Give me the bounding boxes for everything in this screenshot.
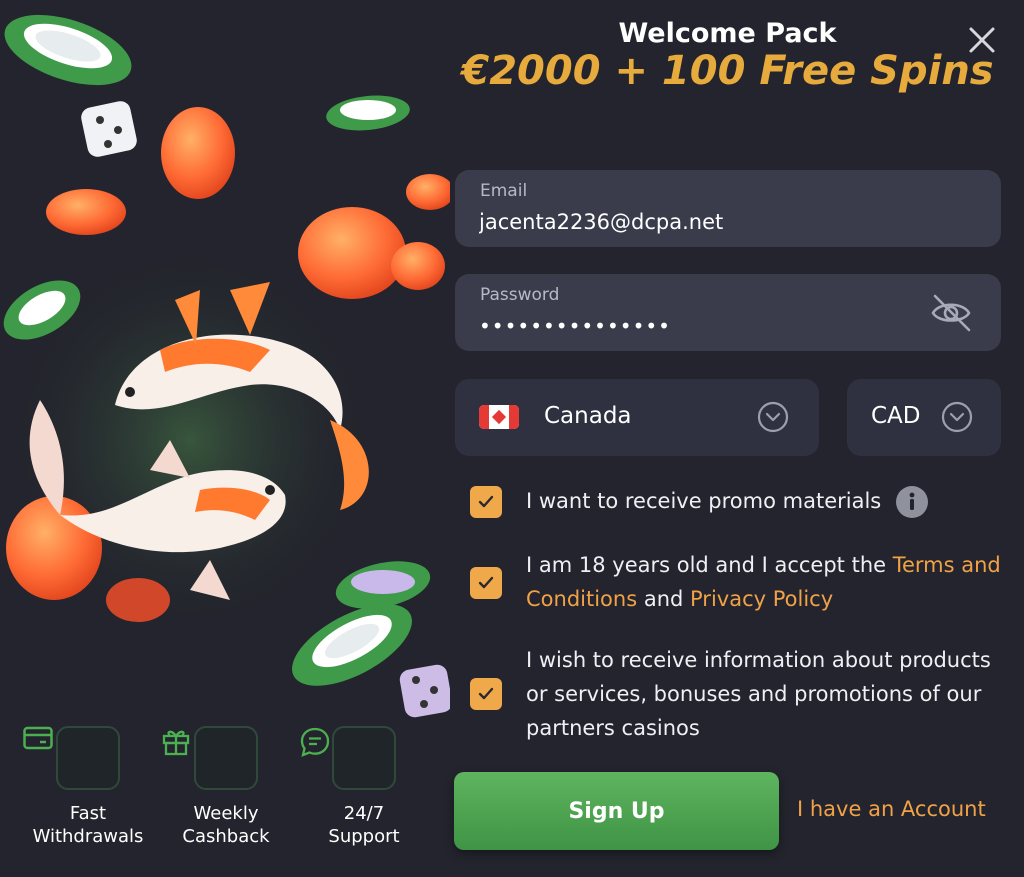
dice-icon	[81, 101, 137, 157]
canada-flag-icon	[479, 405, 519, 429]
coin-icon	[298, 207, 406, 299]
feature-label: Fast Withdrawals	[32, 803, 144, 847]
sign-up-button[interactable]: Sign Up	[454, 772, 779, 850]
checkmark-icon	[478, 687, 494, 700]
country-select[interactable]: Canada	[455, 379, 819, 456]
partners-info-label: I wish to receive information about prod…	[526, 648, 991, 740]
currency-value: CAD	[871, 403, 921, 429]
gift-icon	[162, 726, 258, 790]
info-icon[interactable]	[896, 486, 928, 518]
have-account-link[interactable]: I have an Account	[797, 797, 986, 821]
signup-modal: Fast Withdrawals Weekly Cashback 24/7 Su…	[0, 0, 1024, 877]
terms-label: I am 18 years old and I accept the Terms…	[526, 548, 1001, 616]
checkmark-icon	[478, 576, 494, 589]
chevron-down-icon	[941, 401, 973, 433]
coin-icon	[391, 242, 445, 290]
poker-chip-icon	[326, 95, 410, 131]
email-input[interactable]	[479, 208, 899, 236]
terms-checkbox[interactable]	[470, 567, 502, 599]
checkmark-icon	[478, 495, 494, 508]
password-field[interactable]: Password	[455, 274, 1001, 351]
password-input[interactable]	[479, 312, 899, 340]
feature-support: 24/7 Support	[299, 726, 429, 848]
coin-icon	[46, 189, 126, 235]
terms-text: I am 18 years old and I accept the	[526, 553, 893, 577]
feature-list: Fast Withdrawals Weekly Cashback 24/7 Su…	[20, 726, 432, 866]
currency-select[interactable]: CAD	[847, 379, 1001, 456]
toggle-password-visibility-button[interactable]	[927, 290, 975, 334]
country-value: Canada	[544, 403, 632, 429]
heading-title: Welcome Pack	[618, 18, 837, 49]
dice-icon	[399, 664, 450, 718]
email-field[interactable]: Email	[455, 170, 1001, 247]
chevron-down-icon	[757, 401, 789, 433]
promo-materials-checkbox[interactable]	[470, 486, 502, 518]
password-label: Password	[480, 285, 560, 305]
promo-materials-label: I want to receive promo materials	[526, 489, 882, 513]
coin-icon	[106, 578, 170, 622]
partners-info-checkbox[interactable]	[470, 678, 502, 710]
privacy-policy-link[interactable]: Privacy Policy	[690, 587, 833, 611]
close-icon	[969, 27, 995, 53]
chat-bubble-icon	[300, 726, 396, 790]
email-label: Email	[480, 181, 528, 201]
feature-weekly-cashback: Weekly Cashback	[161, 726, 291, 848]
promo-artwork: Fast Withdrawals Weekly Cashback 24/7 Su…	[0, 0, 450, 877]
poker-chip-icon	[4, 14, 132, 86]
coin-icon	[406, 174, 450, 210]
feature-label: Weekly Cashback	[182, 803, 270, 847]
feature-label: 24/7 Support	[328, 803, 400, 847]
feature-fast-withdrawals: Fast Withdrawals	[23, 726, 153, 848]
credit-card-icon	[23, 726, 120, 790]
coin-icon	[6, 496, 102, 600]
eye-off-icon	[931, 294, 971, 332]
terms-text-and: and	[637, 587, 691, 611]
coin-icon	[161, 107, 235, 199]
bonus-offer: €2000 + 100 Free Spins	[461, 48, 994, 94]
close-button[interactable]	[964, 22, 1000, 58]
